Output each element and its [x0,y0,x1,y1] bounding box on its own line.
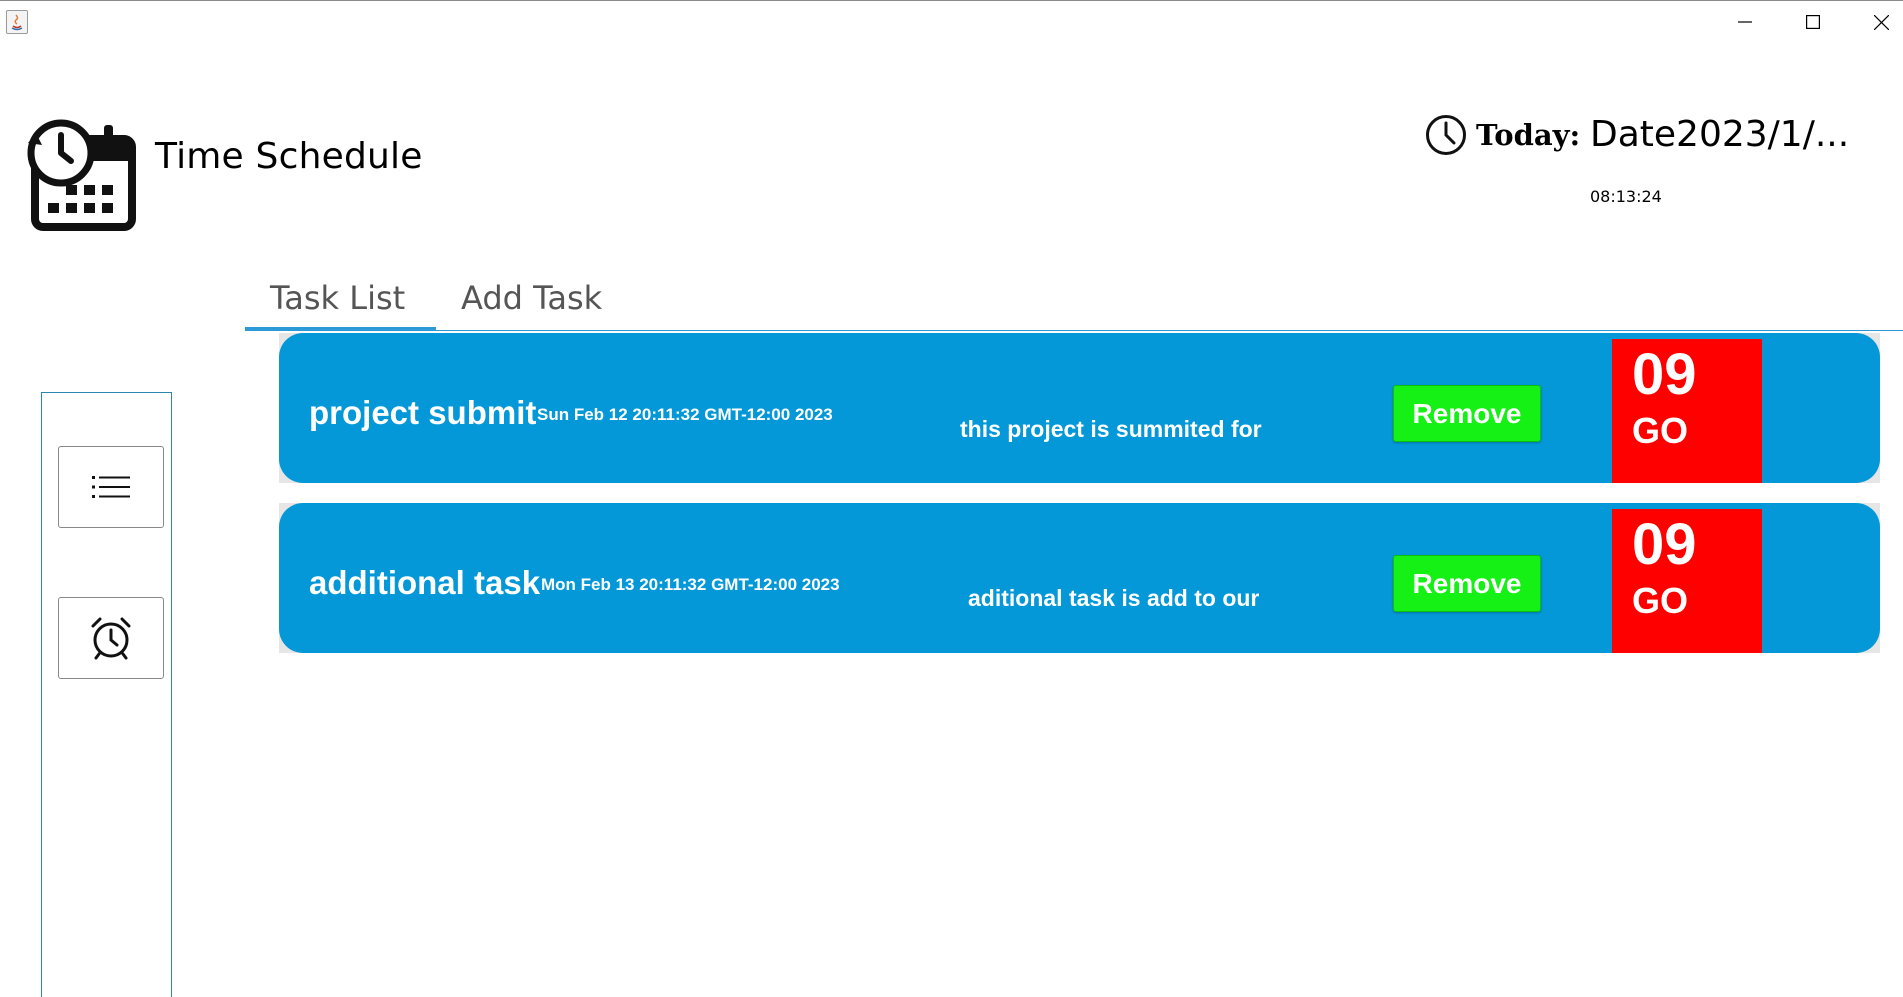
go-label: GO [1632,410,1689,451]
task-description: aditional task is add to our [968,585,1260,611]
today-date-value: Date2023/1/... [1590,114,1850,155]
minimize-icon [1738,21,1752,23]
minimize-button[interactable] [1710,2,1780,42]
counter-number: 09 [1632,342,1697,407]
task-date: Mon Feb 13 20:11:32 GMT-12:00 2023 [541,575,840,594]
remove-task-button[interactable]: Remove [1393,385,1541,442]
today-label: Today: [1476,118,1581,152]
remove-task-button[interactable]: Remove [1393,555,1541,612]
alarm-clock-icon [91,617,131,660]
tab-divider [245,330,1903,331]
close-icon [1873,14,1889,30]
tab-add-task[interactable]: Add Task [461,280,602,328]
app-title: Time Schedule [155,136,423,177]
clock-icon [1425,114,1467,156]
java-app-icon [6,10,28,34]
calendar-clock-logo-icon [24,113,141,232]
counter-number: 09 [1632,512,1697,577]
window-titlebar [0,0,1903,44]
task-name: additional task [309,564,541,601]
maximize-button[interactable] [1778,2,1848,42]
close-button[interactable] [1846,2,1903,42]
task-counter: 09 GO [1612,339,1762,483]
task-name: project submit [309,394,537,431]
task-list-nav-button[interactable] [58,446,164,528]
list-icon [92,476,130,498]
task-date: Sun Feb 12 20:11:32 GMT-12:00 2023 [537,405,833,424]
maximize-icon [1806,15,1820,29]
tab-task-list[interactable]: Task List [270,280,405,328]
task-counter: 09 GO [1612,509,1762,653]
task-description: this project is summited for [960,416,1262,442]
tab-active-indicator [245,327,436,331]
go-label: GO [1632,580,1689,621]
alarm-nav-button[interactable] [58,597,164,679]
current-time: 08:13:24 [1590,187,1662,206]
